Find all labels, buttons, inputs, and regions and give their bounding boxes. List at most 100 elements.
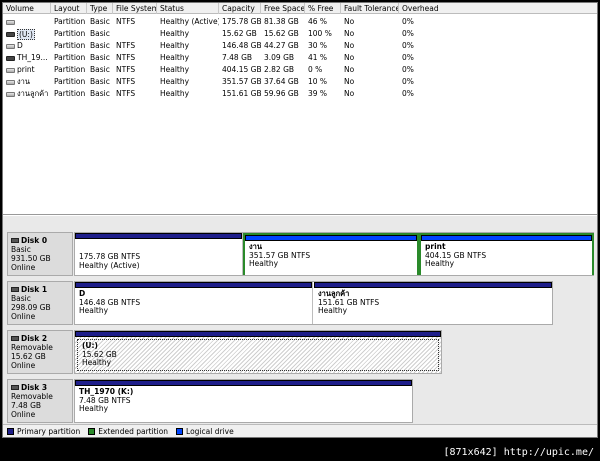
- fs-cell: [113, 28, 157, 40]
- status-cell: Healthy: [160, 89, 190, 98]
- capacity-cell: 175.78 GB: [222, 17, 261, 26]
- col-fault-tolerance[interactable]: Fault Tolerance: [341, 3, 399, 14]
- free-cell: 37.64 GB: [264, 77, 299, 86]
- type-cell: Basic: [90, 29, 110, 38]
- type-cell: Basic: [90, 77, 110, 86]
- disk-size: 931.50 GB: [11, 254, 51, 263]
- overhead-cell: 0%: [402, 65, 414, 74]
- drive-icon: [6, 43, 15, 49]
- capacity-cell: 7.48 GB: [222, 53, 253, 62]
- disk-label[interactable]: Disk 3 Removable 7.48 GB Online: [7, 379, 73, 423]
- drive-icon: [6, 67, 15, 73]
- partition-strip: D 146.48 GB NTFS Healthy งานลูกค้า 151.6…: [74, 281, 553, 325]
- type-cell: Basic: [90, 53, 110, 62]
- extended-swatch: [88, 427, 96, 435]
- type-cell: Basic: [90, 89, 110, 98]
- pct-cell: 100 %: [308, 29, 332, 38]
- table-row[interactable]: TH_19... Partition Basic NTFS Healthy 7.…: [3, 52, 597, 64]
- partition-name: (U:): [82, 341, 98, 350]
- partition[interactable]: print 404.15 GB NTFS Healthy: [421, 235, 592, 275]
- disk-name: Disk 3: [21, 383, 48, 392]
- table-row[interactable]: (U:) Partition Basic Healthy 15.62 GB 15…: [3, 28, 597, 40]
- col-layout[interactable]: Layout: [51, 3, 87, 14]
- free-cell: 15.62 GB: [264, 29, 299, 38]
- volume-cell: งาน: [3, 76, 51, 88]
- pct-cell: 41 %: [308, 53, 328, 62]
- fault-cell: No: [344, 89, 355, 98]
- drive-icon: [6, 19, 15, 25]
- disk-type: Basic: [11, 245, 31, 254]
- col-percent-free[interactable]: % Free: [305, 3, 341, 14]
- legend-item: Logical drive: [176, 427, 234, 436]
- pct-cell: 30 %: [308, 41, 328, 50]
- partition[interactable]: งานลูกค้า 151.61 GB NTFS Healthy: [314, 282, 552, 324]
- col-free-space[interactable]: Free Space: [261, 3, 305, 14]
- table-row[interactable]: print Partition Basic NTFS Healthy 404.1…: [3, 64, 597, 76]
- overhead-cell: 0%: [402, 29, 414, 38]
- legend: Primary partition Extended partition Log…: [3, 424, 597, 437]
- disk-size: 7.48 GB: [11, 401, 42, 410]
- table-row[interactable]: D Partition Basic NTFS Healthy 146.48 GB…: [3, 40, 597, 52]
- partition-status: Healthy: [318, 306, 348, 315]
- partition-status: Healthy: [79, 306, 109, 315]
- partition[interactable]: 175.78 GB NTFS Healthy (Active): [75, 233, 243, 275]
- overhead-cell: 0%: [402, 77, 414, 86]
- removable-disk-icon: [11, 336, 19, 341]
- drive-icon: [6, 91, 15, 97]
- table-row[interactable]: งานลูกค้า Partition Basic NTFS Healthy 1…: [3, 88, 597, 100]
- partition-status: Healthy: [249, 259, 279, 268]
- col-overhead[interactable]: Overhead: [399, 3, 597, 14]
- col-file-system[interactable]: File System: [113, 3, 157, 14]
- type-cell: Basic: [90, 65, 110, 74]
- partition-status: Healthy: [425, 259, 455, 268]
- fs-cell: NTFS: [116, 65, 136, 74]
- fault-cell: No: [344, 17, 355, 26]
- pct-cell: 46 %: [308, 17, 328, 26]
- disk-size: 298.09 GB: [11, 303, 51, 312]
- legend-item: Extended partition: [88, 427, 168, 436]
- partition[interactable]: งาน 351.57 GB NTFS Healthy: [245, 235, 419, 275]
- volume-cell: D: [3, 40, 51, 52]
- table-row[interactable]: งาน Partition Basic NTFS Healthy 351.57 …: [3, 76, 597, 88]
- col-capacity[interactable]: Capacity: [219, 3, 261, 14]
- disk-row-3: Disk 3 Removable 7.48 GB Online TH_1970 …: [7, 379, 597, 423]
- disk-label[interactable]: Disk 2 Removable 15.62 GB Online: [7, 330, 73, 374]
- fs-cell: NTFS: [116, 53, 136, 62]
- table-row[interactable]: Partition Basic NTFS Healthy (Active) 17…: [3, 16, 597, 28]
- layout-cell: Partition: [54, 77, 86, 86]
- col-type[interactable]: Type: [87, 3, 113, 14]
- removable-disk-icon: [11, 385, 19, 390]
- capacity-cell: 146.48 GB: [222, 41, 261, 50]
- extended-partition[interactable]: งาน 351.57 GB NTFS Healthy print 404.15 …: [243, 233, 594, 275]
- partition-size: 151.61 GB NTFS: [318, 297, 380, 307]
- disk-icon: [11, 287, 19, 292]
- col-status[interactable]: Status: [157, 3, 219, 14]
- disk-name: Disk 0: [21, 236, 48, 245]
- partition[interactable]: TH_1970 (K:) 7.48 GB NTFS Healthy: [75, 380, 412, 422]
- removable-drive-icon: [6, 31, 15, 37]
- partition[interactable]: D 146.48 GB NTFS Healthy: [75, 282, 313, 324]
- type-cell: Basic: [90, 41, 110, 50]
- disk-state: Online: [11, 410, 36, 419]
- pct-cell: 0 %: [308, 65, 323, 74]
- volume-cell: [3, 16, 51, 28]
- capacity-cell: 151.61 GB: [222, 89, 261, 98]
- layout-cell: Partition: [54, 29, 86, 38]
- status-cell: Healthy (Active): [160, 17, 219, 26]
- volume-cell: (U:): [3, 28, 51, 40]
- col-volume[interactable]: Volume: [3, 3, 51, 14]
- partition-strip: TH_1970 (K:) 7.48 GB NTFS Healthy: [74, 379, 413, 423]
- disk-state: Online: [11, 263, 36, 272]
- disk-icon: [11, 238, 19, 243]
- free-cell: 2.82 GB: [264, 65, 295, 74]
- fault-cell: No: [344, 53, 355, 62]
- partition[interactable]: (U:) 15.62 GB Healthy: [75, 331, 441, 373]
- disk-management-window: Volume Layout Type File System Status Ca…: [2, 2, 598, 438]
- disk-size: 15.62 GB: [11, 352, 46, 361]
- disk-label[interactable]: Disk 0 Basic 931.50 GB Online: [7, 232, 73, 276]
- status-cell: Healthy: [160, 53, 190, 62]
- partition-strip: 175.78 GB NTFS Healthy (Active) งาน 351.…: [74, 232, 594, 276]
- disk-label[interactable]: Disk 1 Basic 298.09 GB Online: [7, 281, 73, 325]
- disk-type: Basic: [11, 294, 31, 303]
- status-cell: Healthy: [160, 77, 190, 86]
